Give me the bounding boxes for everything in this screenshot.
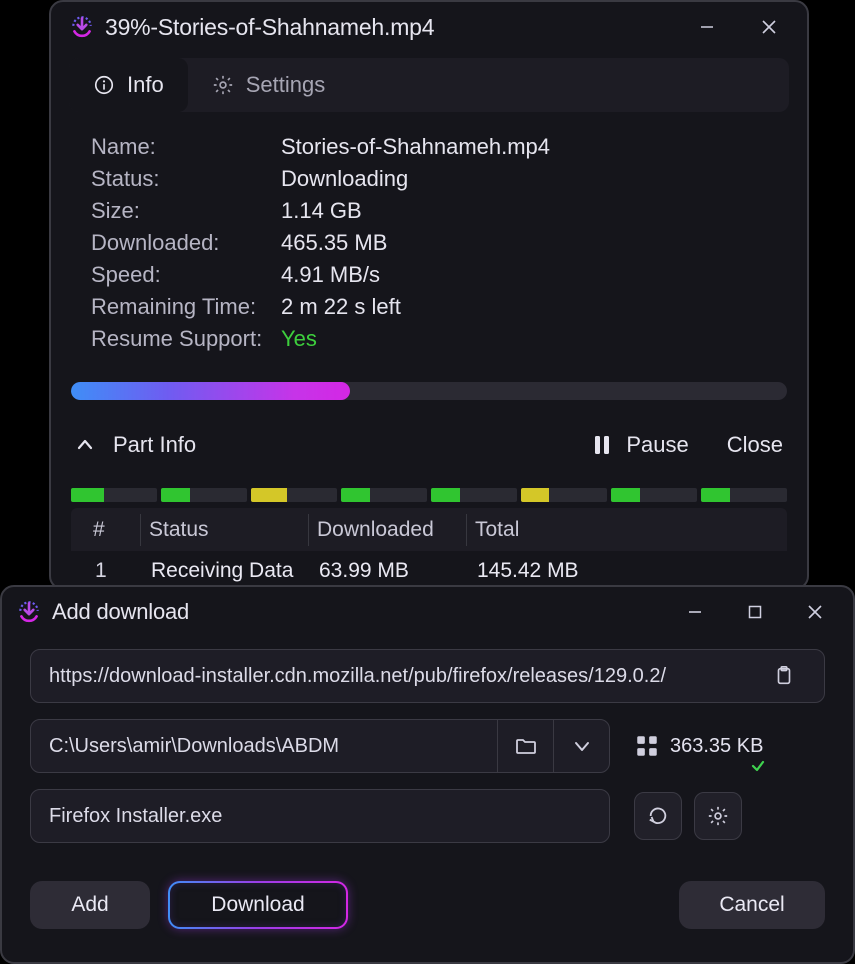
cancel-button[interactable]: Cancel [679,881,825,929]
tab-bar: Info Settings [69,58,789,112]
titlebar: 39%-Stories-of-Shahnameh.mp4 [51,2,807,50]
label-name: Name: [91,134,281,160]
col-status: Status [141,514,309,546]
pause-button[interactable]: Pause [582,428,698,462]
path-dropdown-button[interactable] [553,720,609,772]
add-button[interactable]: Add [30,881,150,929]
gear-icon [707,805,729,827]
pause-icon [592,434,612,456]
app-icon [69,14,95,40]
maximize-button[interactable] [737,597,773,627]
parts-table: # Status Downloaded Total 1Receiving Dat… [71,508,787,589]
close-button[interactable] [751,12,787,42]
check-icon [751,759,765,773]
value-status: Downloading [281,166,771,192]
tab-info[interactable]: Info [69,58,188,112]
segment-strip [71,488,787,502]
value-speed: 4.91 MB/s [281,262,771,288]
download-label: Download [211,893,304,917]
segment [341,488,427,502]
folder-icon [514,734,538,758]
value-remaining: 2 m 22 s left [281,294,771,320]
tab-settings-label: Settings [246,72,326,98]
label-size: Size: [91,198,281,224]
settings-button[interactable] [694,792,742,840]
table-row[interactable]: 1Receiving Data63.99 MB145.42 MB [71,551,787,589]
progress-bar [71,382,787,400]
download-progress-window: 39%-Stories-of-Shahnameh.mp4 Info Settin… [49,0,809,590]
download-button[interactable]: Download [168,881,348,929]
minimize-button[interactable] [689,12,725,42]
cancel-label: Cancel [719,893,784,917]
value-downloaded: 465.35 MB [281,230,771,256]
refresh-button[interactable] [634,792,682,840]
info-block: Name: Stories-of-Shahnameh.mp4 Status: D… [91,134,771,352]
clipboard-icon [773,665,795,687]
close-button[interactable] [797,597,833,627]
label-downloaded: Downloaded: [91,230,281,256]
col-downloaded: Downloaded [309,514,467,546]
save-path-input[interactable]: C:\Users\amir\Downloads\ABDM [30,719,610,773]
value-resume: Yes [281,326,771,352]
gear-icon [212,74,234,96]
value-size: 1.14 GB [281,198,771,224]
pause-label: Pause [626,432,688,458]
file-size: 363.35 KB [670,735,763,758]
add-label: Add [71,893,108,917]
label-remaining: Remaining Time: [91,294,281,320]
url-input[interactable]: https://download-installer.cdn.mozilla.n… [30,649,825,703]
segment [161,488,247,502]
info-icon [93,74,115,96]
value-name: Stories-of-Shahnameh.mp4 [281,134,771,160]
window-title: 39%-Stories-of-Shahnameh.mp4 [105,14,679,41]
close-action[interactable]: Close [727,432,783,458]
chevron-down-icon [572,736,592,756]
close-label: Close [727,432,783,457]
tab-info-label: Info [127,72,164,98]
col-num: # [85,514,141,546]
segment [71,488,157,502]
segment [431,488,517,502]
label-resume: Resume Support: [91,326,281,352]
label-speed: Speed: [91,262,281,288]
cell-status: Receiving Data [141,557,309,585]
part-info-label: Part Info [113,432,196,458]
tab-settings[interactable]: Settings [188,58,350,112]
col-total: Total [467,514,775,546]
filename-input[interactable]: Firefox Installer.exe [30,789,610,843]
minimize-button[interactable] [677,597,713,627]
category-icon [634,733,660,759]
paste-button[interactable] [762,654,806,698]
part-info-toggle[interactable]: Part Info [75,432,196,458]
window-title: Add download [52,599,667,625]
category-size-block: 363.35 KB [634,733,763,759]
chevron-up-icon [75,435,95,455]
add-download-window: Add download https://download-installer.… [0,585,855,964]
segment [611,488,697,502]
table-header-row: # Status Downloaded Total [71,508,787,551]
refresh-icon [647,805,669,827]
cell-downloaded: 63.99 MB [309,557,467,585]
cell-total: 145.42 MB [467,557,775,585]
cell-num: 1 [85,557,141,585]
segment [521,488,607,502]
filename-value: Firefox Installer.exe [49,805,222,828]
browse-folder-button[interactable] [497,720,553,772]
save-path-value: C:\Users\amir\Downloads\ABDM [49,735,497,758]
segment [701,488,787,502]
label-status: Status: [91,166,281,192]
titlebar: Add download [2,587,853,635]
segment [251,488,337,502]
app-icon [16,599,42,625]
progress-fill [71,382,350,400]
url-value: https://download-installer.cdn.mozilla.n… [49,665,754,688]
